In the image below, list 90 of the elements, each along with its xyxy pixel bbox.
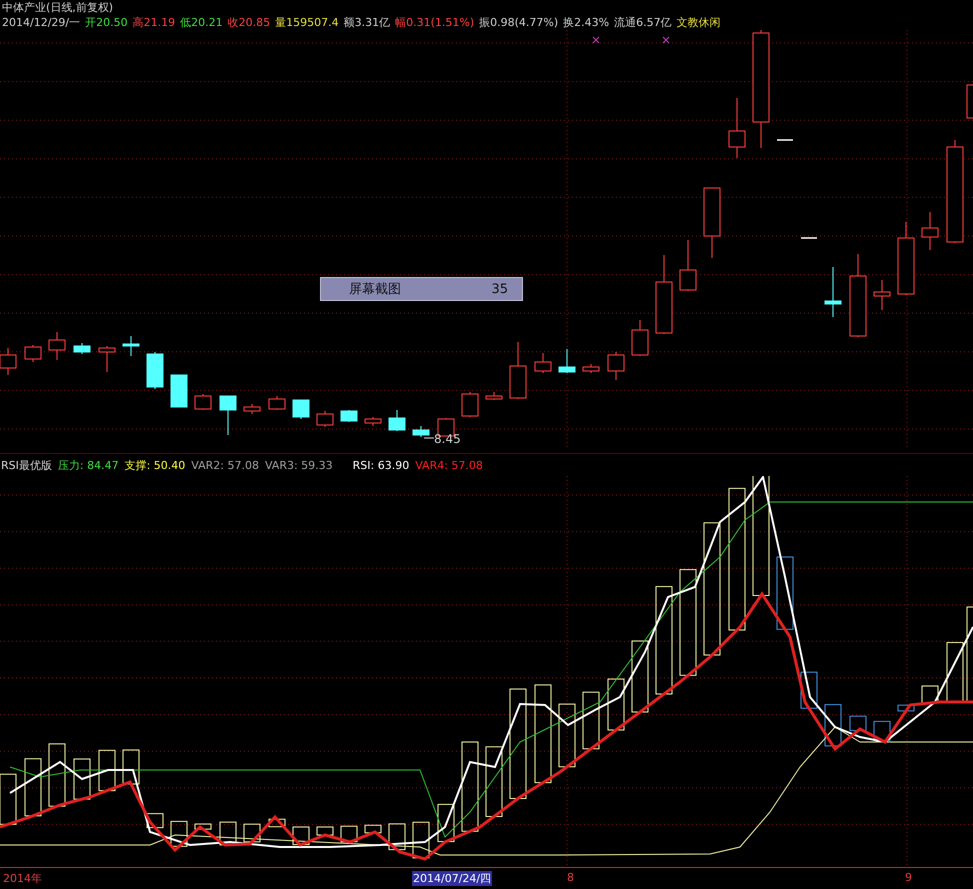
candle [534,352,552,374]
indicator-box [898,704,914,712]
candle [340,410,358,422]
candle [98,346,116,372]
date-axis-label: 9 [904,871,913,884]
stock-title: 中体产业(日线,前复权) [2,0,114,15]
indicator-box [412,822,430,858]
quote-value: 流通6.57亿 [614,15,672,30]
indicator-box [582,692,600,750]
indicator-value: VAR3: 59.33 [264,458,333,472]
quote-value: 高21.19 [132,15,176,30]
indicator-box [268,818,286,828]
candle [824,266,842,318]
indicator-box [946,642,964,702]
candle [24,344,42,362]
candle [704,188,720,258]
candle [194,394,212,410]
quote-value: 量159507.4 [275,15,339,30]
date-axis-label: 2014/07/24/四 [412,871,492,886]
candle [680,240,696,292]
indicator-box [0,774,16,825]
indicator-value: RSI: 63.90 [352,458,410,472]
indicator-box [874,720,890,741]
indicator-box [486,746,502,817]
indicator-value: 支撑: 50.40 [124,458,186,472]
candle [388,410,406,432]
indicator-box [608,678,624,730]
candle [146,352,164,390]
quote-value: 开20.50 [85,15,128,30]
cross-marker-icon [592,36,600,44]
cross-marker-icon [662,36,670,44]
candle [462,392,478,418]
indicator-box [800,672,818,709]
indicator-box [48,743,66,807]
indicator-box [244,824,260,842]
tooltip-label: 屏幕截图 [349,281,401,298]
indicator-value: 压力: 84.47 [58,458,119,472]
indicator-box [194,824,212,830]
quote-value: 额3.31亿 [344,15,390,30]
indicator-box [388,823,406,850]
candle [486,392,502,400]
tooltip-value: 35 [491,282,508,296]
indicator-name: RSI最优版 [1,458,52,472]
indicator-value: VAR4: 57.08 [415,458,483,472]
indicator-box [364,824,382,834]
indicator-box [316,826,334,836]
candle [728,98,746,158]
quote-value: 收20.85 [228,15,270,30]
indicator-value: VAR2: 57.08 [191,458,259,472]
quote-value: 换2.43% [563,15,610,30]
candle [220,396,236,436]
indicator-box [438,804,454,842]
candle [582,364,600,374]
date-axis-label: 2014年 [2,871,43,886]
indicator-box [74,758,90,800]
indicator-box [558,704,576,768]
candle [632,320,648,356]
indicator-box [922,686,938,704]
candle [412,426,430,438]
indicator-box [98,750,116,792]
candle [608,352,624,380]
date-axis-label: 8 [566,871,575,884]
candle [364,416,382,426]
candle [874,280,890,310]
candle [922,212,938,250]
indicator-box [632,640,648,712]
low-price-label: 8.45 [434,432,461,446]
indicator-box [220,822,236,846]
quote-value: 2014/12/29/一 [2,15,80,30]
indicator-box [824,704,842,746]
candle [170,374,188,408]
quote-value: 低20.21 [180,15,223,30]
quote-value: 文教休闲 [676,15,721,30]
candle [292,400,310,420]
candle [48,332,66,360]
indicator-box [292,826,310,846]
indicator-box [24,758,42,816]
indicator-box [146,813,164,828]
indicator-box [122,750,140,784]
candle [316,410,334,428]
indicator-box [340,826,358,842]
candle [558,348,576,374]
candle [510,342,526,400]
indicator-box [170,820,188,847]
quote-value: 振0.98(4.77%) [479,15,558,30]
candle [268,396,286,410]
indicator-box [850,716,866,732]
candle [74,342,90,354]
quote-value: 幅0.31(1.51%) [395,15,474,30]
candle [122,336,140,356]
